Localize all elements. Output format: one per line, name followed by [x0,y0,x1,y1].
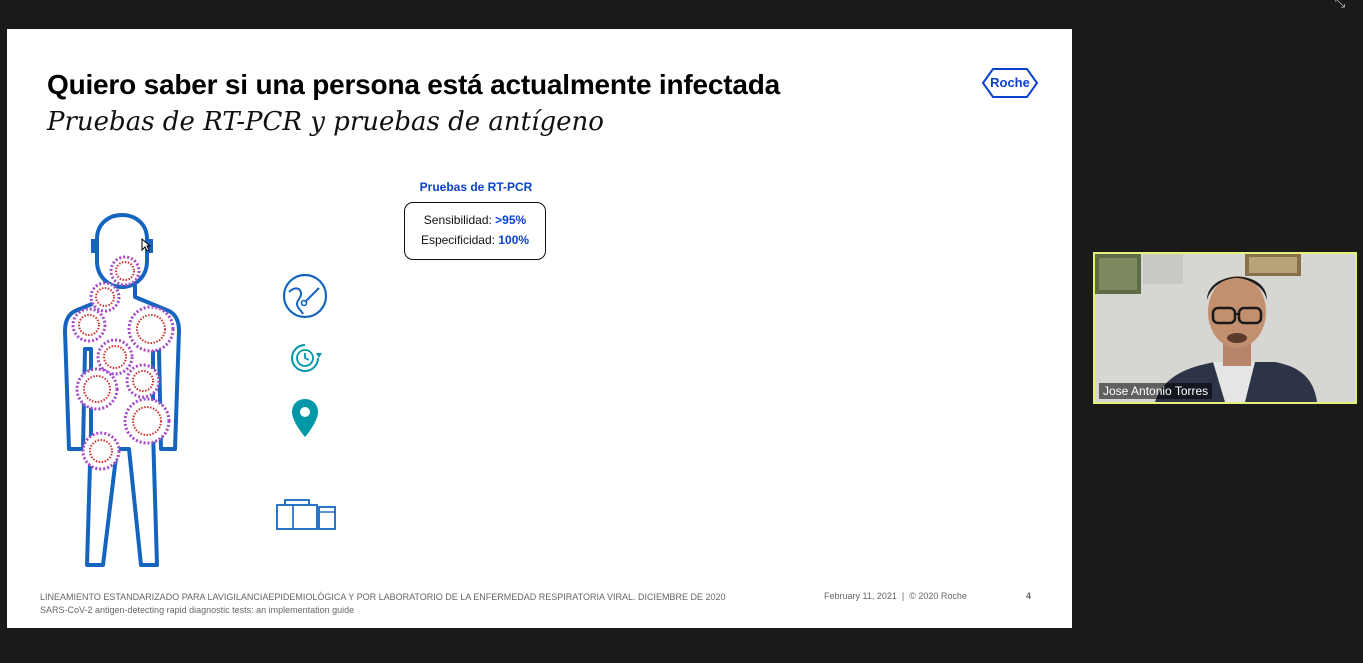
mouse-pointer-icon [141,238,151,252]
slide-title: Quiero saber si una persona está actualm… [47,69,781,100]
laboratory-equipment-icon [276,499,336,530]
participant-video-tile[interactable]: Jose Antonio Torres [1093,252,1357,404]
rt-pcr-stats-box: Sensibilidad: >95% Especificidad: 100% [404,202,546,260]
footer-reference-1: LINEAMIENTO ESTANDARIZADO PARA LAVIGILAN… [40,592,726,602]
location-pin-icon [292,399,318,437]
rt-pcr-heading: Pruebas de RT-PCR [419,180,533,194]
participant-name-label: Jose Antonio Torres [1099,383,1213,399]
participant-video-feed [1095,254,1355,402]
sensitivity-value: >95% [495,213,527,227]
sensitivity-label: Sensibilidad: [423,213,492,227]
specificity-label: Especificidad: [420,233,495,247]
clock-refresh-icon [291,344,322,372]
specificity-row: Especificidad: 100% [405,233,545,247]
human-body-illustration [63,213,181,567]
specificity-value: 100% [498,233,530,247]
roche-logo-text: Roche [990,75,1030,90]
swab-test-icon [282,273,328,319]
slide-page-number: 4 [1026,591,1032,601]
footer-reference-2: SARS-CoV-2 antigen-detecting rapid diagn… [40,605,355,615]
exit-fullscreen-icon[interactable]: ⤡ [1327,0,1353,12]
presentation-slide: Quiero saber si una persona está actualm… [7,29,1072,628]
sensitivity-row: Sensibilidad: >95% [405,213,545,227]
footer-date-copyright: February 11, 2021 | © 2020 Roche [824,591,967,601]
footer-references: LINEAMIENTO ESTANDARIZADO PARA LAVIGILAN… [40,591,726,617]
slide-subtitle: Pruebas de RT-PCR y pruebas de antígeno [47,107,604,137]
